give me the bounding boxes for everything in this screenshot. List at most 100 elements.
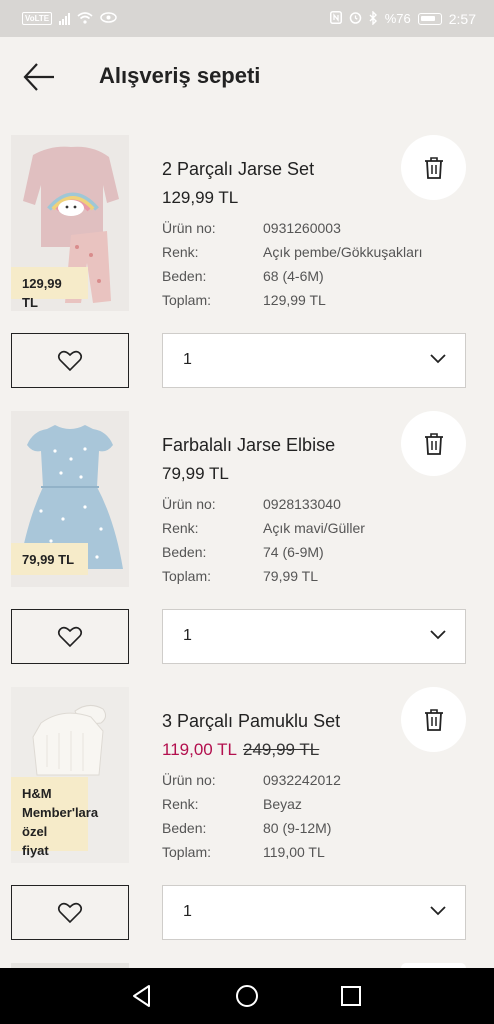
- detail-label: Beden:: [162, 268, 207, 284]
- detail-label: Renk:: [162, 520, 199, 536]
- detail-row-size: Beden: 74 (6-9M): [162, 540, 482, 564]
- trash-icon: [424, 432, 443, 455]
- bluetooth-icon: [369, 9, 378, 27]
- detail-row-article: Ürün no: 0932242012: [162, 768, 482, 792]
- detail-value: Beyaz: [263, 796, 302, 812]
- detail-label: Beden:: [162, 544, 207, 560]
- product-price: 129,99 TL: [162, 188, 239, 207]
- detail-row-color: Renk: Açık mavi/Güller: [162, 516, 482, 540]
- system-nav-bar: [0, 968, 494, 1024]
- detail-row-size: Beden: 80 (9-12M): [162, 816, 482, 840]
- quantity-value: 1: [183, 351, 192, 368]
- detail-row-article: Ürün no: 0931260003: [162, 216, 482, 240]
- arrow-left-icon: [23, 63, 54, 91]
- detail-value: 68 (4-6M): [263, 268, 324, 284]
- chevron-down-icon: [430, 630, 446, 640]
- quantity-select[interactable]: 1: [162, 609, 466, 664]
- product-price: 119,00 TL 249,99 TL: [162, 740, 319, 760]
- detail-label: Toplam:: [162, 568, 212, 584]
- back-button[interactable]: [22, 59, 58, 95]
- chevron-down-icon: [430, 354, 446, 364]
- sale-price: 119,00 TL: [162, 740, 237, 759]
- heart-icon: [57, 902, 83, 923]
- product-name[interactable]: 3 Parçalı Pamuklu Set: [162, 711, 340, 732]
- favorite-button[interactable]: [11, 885, 129, 940]
- status-bar: VoLTE %76 2:57: [0, 0, 494, 37]
- detail-row-article: Ürün no: 0928133040: [162, 492, 482, 516]
- detail-value: 129,99 TL: [263, 292, 326, 308]
- detail-row-total: Toplam: 119,00 TL: [162, 840, 482, 864]
- wifi-icon: [77, 11, 93, 26]
- quantity-select[interactable]: 1: [162, 333, 466, 388]
- product-name[interactable]: Farbalalı Jarse Elbise: [162, 435, 335, 456]
- detail-label: Toplam:: [162, 292, 212, 308]
- nav-home-button[interactable]: [233, 982, 261, 1010]
- remove-item-button[interactable]: [401, 687, 466, 752]
- detail-value: Açık pembe/Gökkuşakları: [263, 244, 423, 260]
- detail-label: Toplam:: [162, 844, 212, 860]
- battery-icon: [417, 12, 442, 25]
- app-header: Alışveriş sepeti: [0, 37, 494, 117]
- detail-label: Ürün no:: [162, 496, 216, 512]
- heart-icon: [57, 626, 83, 647]
- detail-value: 0932242012: [263, 772, 341, 788]
- product-details: Ürün no: 0931260003 Renk: Açık pembe/Gökku…: [162, 216, 482, 312]
- detail-row-color: Renk: Beyaz: [162, 792, 482, 816]
- cart-item: 129,99 TL 2 Parçalı Jarse Set 129,99 TL …: [0, 135, 494, 411]
- detail-label: Renk:: [162, 796, 199, 812]
- original-price: 249,99 TL: [243, 740, 320, 759]
- detail-value: 74 (6-9M): [263, 544, 324, 560]
- detail-row-size: Beden: 68 (4-6M): [162, 264, 482, 288]
- detail-label: Ürün no:: [162, 772, 216, 788]
- chevron-down-icon: [430, 906, 446, 916]
- nav-back-button[interactable]: [128, 982, 156, 1010]
- quantity-value: 1: [183, 903, 192, 920]
- favorite-button[interactable]: [11, 333, 129, 388]
- volte-indicator: VoLTE: [22, 12, 53, 25]
- status-left: VoLTE: [22, 11, 117, 26]
- price-badge: 79,99 TL: [11, 543, 88, 575]
- nfc-icon: [329, 11, 342, 26]
- square-recents-icon: [341, 986, 361, 1006]
- product-name[interactable]: 2 Parçalı Jarse Set: [162, 159, 314, 180]
- price-badge: 129,99 TL: [11, 267, 88, 310]
- eye-icon: [100, 12, 117, 25]
- alarm-icon: [349, 11, 362, 26]
- clock: 2:57: [448, 10, 476, 27]
- status-right: %76 2:57: [329, 9, 476, 27]
- detail-row-total: Toplam: 129,99 TL: [162, 288, 482, 312]
- detail-label: Ürün no:: [162, 220, 216, 236]
- cart-item: 79,99 TL Farbalalı Jarse Elbise 79,99 TL…: [0, 411, 494, 687]
- nav-recents-button[interactable]: [337, 982, 365, 1010]
- detail-row-color: Renk: Açık pembe/Gökkuşakları: [162, 240, 482, 264]
- detail-value: 0931260003: [263, 220, 341, 236]
- detail-value: Açık mavi/Güller: [263, 520, 365, 536]
- detail-label: Beden:: [162, 820, 207, 836]
- detail-row-total: Toplam: 79,99 TL: [162, 564, 482, 588]
- cart-item: H&M Member'lara özel fiyat 3 Parçalı Pam…: [0, 687, 494, 963]
- product-price: 79,99 TL: [162, 464, 229, 483]
- heart-icon: [57, 350, 83, 371]
- badge-line: Member'lara: [22, 805, 99, 820]
- circle-home-icon: [236, 985, 258, 1007]
- product-details: Ürün no: 0928133040 Renk: Açık mavi/Güller…: [162, 492, 482, 588]
- trash-icon: [424, 156, 443, 179]
- member-price-badge: H&M Member'lara özel fiyat: [11, 777, 99, 858]
- quantity-select[interactable]: 1: [162, 885, 466, 940]
- remove-item-button[interactable]: [401, 411, 466, 476]
- badge-line: H&M: [22, 786, 52, 801]
- detail-label: Renk:: [162, 244, 199, 260]
- badge-line: özel fiyat: [22, 824, 49, 858]
- trash-icon: [424, 708, 443, 731]
- battery-percent: %76: [384, 11, 411, 26]
- product-details: Ürün no: 0932242012 Renk: Beyaz Beden: 80 (…: [162, 768, 482, 864]
- favorite-button[interactable]: [11, 609, 129, 664]
- page-title: Alışveriş sepeti: [99, 63, 261, 88]
- signal-icon: [59, 12, 71, 25]
- detail-value: 80 (9-12M): [263, 820, 332, 836]
- quantity-value: 1: [183, 627, 192, 644]
- remove-item-button[interactable]: [401, 135, 466, 200]
- detail-value: 119,00 TL: [263, 844, 325, 860]
- detail-value: 79,99 TL: [263, 568, 319, 584]
- triangle-back-icon: [133, 985, 150, 1007]
